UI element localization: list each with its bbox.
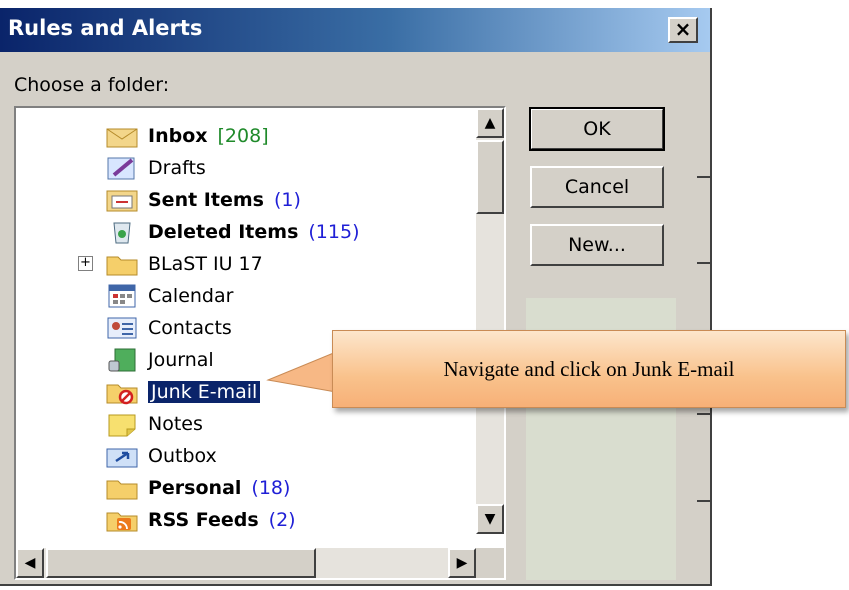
callout-text: Navigate and click on Junk E-mail — [443, 356, 735, 381]
instruction-callout: Navigate and click on Junk E-mail — [332, 330, 846, 408]
callout-pointer — [266, 351, 337, 393]
